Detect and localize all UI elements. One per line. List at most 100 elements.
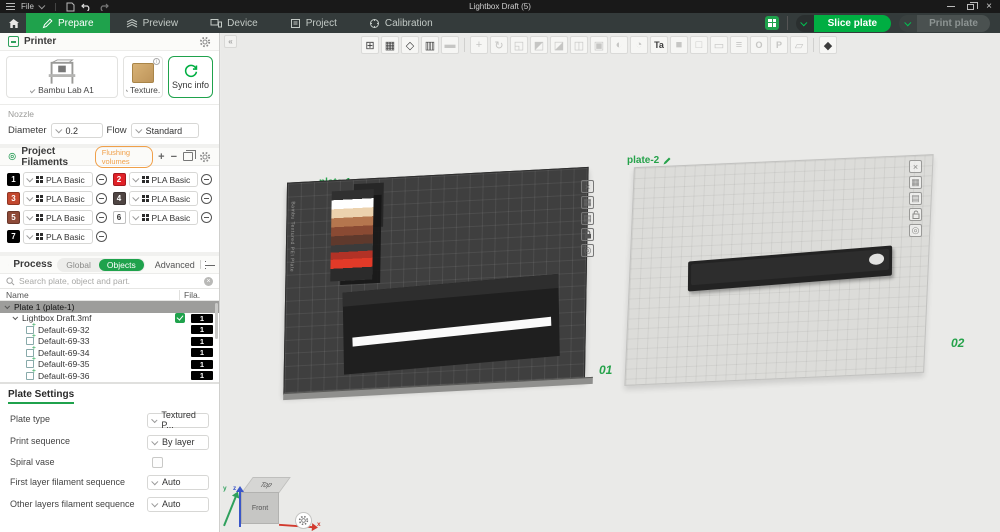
filament-select[interactable]: PLA Basic [128, 210, 198, 225]
slice-plate-button[interactable]: Slice plate [795, 14, 892, 32]
print-plate-button[interactable]: Print plate [899, 14, 990, 32]
sync-info-button[interactable]: Sync info [168, 56, 213, 98]
chevron-down-icon[interactable] [4, 303, 11, 309]
tab-home[interactable] [0, 18, 26, 29]
filament-select[interactable]: PLA Basic [128, 191, 198, 206]
filament-edit-icon[interactable] [95, 231, 107, 242]
primitive-icon[interactable]: P [770, 36, 788, 54]
text-tool-icon[interactable]: Ta [650, 36, 668, 54]
restore-button[interactable] [967, 1, 979, 10]
new-project-icon[interactable] [66, 2, 75, 12]
split-objects-icon[interactable]: ◫ [570, 36, 588, 54]
assembly-view-icon[interactable]: ◆ [819, 36, 837, 54]
add-object-icon[interactable]: ⊞ [361, 36, 379, 54]
filament-edit-icon[interactable] [95, 212, 107, 223]
printer-select[interactable]: Bambu Lab A1 [6, 56, 118, 98]
variable-layer-height-icon[interactable]: ≡ [730, 36, 748, 54]
tab-device[interactable]: Device [194, 13, 274, 33]
filament-assignment-badge[interactable]: 1 [191, 348, 213, 358]
add-filament-button[interactable]: + [158, 151, 164, 163]
merge-icon[interactable]: ▬ [441, 36, 459, 54]
toggle-objects[interactable]: Objects [98, 258, 144, 271]
edit-plate-name-icon[interactable] [662, 156, 672, 166]
global-objects-toggle[interactable]: Global Objects [57, 257, 145, 272]
plate-settings-icon[interactable]: ▤ [909, 192, 922, 205]
color-paint-icon[interactable]: ◐ [610, 36, 628, 54]
filament-select[interactable]: PLA Basic [23, 172, 93, 187]
printer-settings-gear-icon[interactable] [199, 36, 211, 48]
arrange-icon[interactable]: ▥ [421, 36, 439, 54]
tree-scrollbar[interactable] [215, 303, 218, 339]
filament-edit-icon[interactable] [95, 193, 107, 204]
toggle-global[interactable]: Global [58, 259, 99, 271]
eraser-icon[interactable]: ▱ [790, 36, 808, 54]
filament-assignment-badge[interactable]: 1 [191, 313, 213, 323]
scale-icon[interactable]: ◱ [510, 36, 528, 54]
flushing-volumes-button[interactable]: Flushing volumes [94, 145, 154, 168]
filament-edit-icon[interactable] [201, 193, 212, 204]
first-layer-sequence-select[interactable]: Auto [147, 474, 209, 490]
build-plate-1[interactable]: Bambu Textured PEI Plate [283, 166, 589, 396]
build-plate-2[interactable] [624, 154, 934, 386]
plate-marker-icon[interactable]: ◎ [581, 244, 594, 257]
add-plate-icon[interactable]: ▦ [381, 36, 399, 54]
tab-calibration[interactable]: Calibration [353, 13, 449, 33]
close-button[interactable]: × [986, 1, 992, 11]
filament-select[interactable]: PLA Basic [23, 191, 93, 206]
filament-select[interactable]: PLA Basic [23, 210, 93, 225]
scene-settings-button[interactable] [295, 512, 312, 529]
auto-orient-icon[interactable]: ◇ [401, 36, 419, 54]
place-on-face-icon[interactable]: ◩ [530, 36, 548, 54]
other-layers-sequence-select[interactable]: Auto [147, 496, 209, 512]
filament-assignment-badge[interactable]: 1 [191, 336, 213, 346]
plate2-name-label[interactable]: plate-2 [627, 155, 672, 166]
spiral-vase-checkbox[interactable] [152, 456, 163, 468]
delete-plate-icon[interactable]: × [581, 180, 594, 193]
measure-icon[interactable]: ▭ [710, 36, 728, 54]
nav-cube-top-face[interactable]: Top [241, 477, 291, 493]
plate-marker-icon[interactable]: ◎ [909, 224, 922, 237]
cut-icon[interactable]: ◪ [550, 36, 568, 54]
bed-type-select[interactable]: i Texture... [123, 56, 163, 98]
minimize-button[interactable] [947, 6, 956, 7]
filament-assignment-badge[interactable]: 1 [191, 371, 213, 381]
arrange-plate-icon[interactable]: ▦ [909, 176, 922, 189]
seam-paint-icon[interactable]: ■ [670, 36, 688, 54]
model-lightbox-base[interactable] [342, 273, 560, 375]
filament-edit-icon[interactable] [95, 174, 107, 185]
support-paint-icon[interactable]: ◔ [630, 36, 648, 54]
redo-icon[interactable] [98, 2, 109, 11]
tree-row-object[interactable]: Default-69-36 1 [0, 368, 219, 382]
plate-type-select[interactable]: Textured P... [147, 410, 209, 430]
chevron-down-icon[interactable] [38, 2, 46, 10]
lock-plate-icon[interactable] [581, 228, 594, 241]
3d-viewport[interactable]: « ⊞ ▦ ◇ ▥ ▬ + ↻ ◱ ◩ ◪ ◫ ▣ ◐ ◔ Ta ■ □ ▭ ≡… [221, 33, 1000, 532]
remove-filament-button[interactable]: − [171, 151, 177, 163]
mesh-boolean-icon[interactable]: □ [690, 36, 708, 54]
print-sequence-select[interactable]: By layer [147, 434, 209, 450]
chevron-down-icon[interactable] [12, 314, 19, 321]
filament-assignment-badge[interactable]: 1 [191, 325, 213, 335]
slicer-settings-icon[interactable] [764, 16, 779, 30]
undo-icon[interactable] [81, 2, 92, 11]
tab-prepare[interactable]: Prepare [26, 13, 110, 33]
clone-icon[interactable]: O [750, 36, 768, 54]
filament-edit-icon[interactable] [201, 212, 212, 223]
tree-row-plate[interactable]: Plate 1 (plate-1) [0, 301, 219, 313]
search-input[interactable] [19, 276, 200, 286]
plate-settings-icon[interactable]: ▤ [581, 212, 594, 225]
filament-settings-gear-icon[interactable] [199, 151, 211, 163]
tab-project[interactable]: Project [274, 13, 353, 33]
plate-settings-tab[interactable]: Plate Settings [0, 382, 219, 407]
rotate-icon[interactable]: ↻ [490, 36, 508, 54]
info-icon[interactable]: i [153, 58, 160, 65]
collapse-sidebar-icon[interactable]: « [224, 35, 237, 48]
nav-cube-front-face[interactable]: Front [241, 492, 279, 524]
filament-assignment-badge[interactable]: 1 [191, 359, 213, 369]
sync-filament-list-icon[interactable] [183, 150, 196, 161]
move-icon[interactable]: + [470, 36, 488, 54]
nozzle-diameter-select[interactable]: 0.2 [50, 123, 103, 138]
lock-plate-icon[interactable] [909, 208, 922, 221]
split-parts-icon[interactable]: ▣ [590, 36, 608, 54]
file-menu[interactable]: File [21, 2, 34, 11]
